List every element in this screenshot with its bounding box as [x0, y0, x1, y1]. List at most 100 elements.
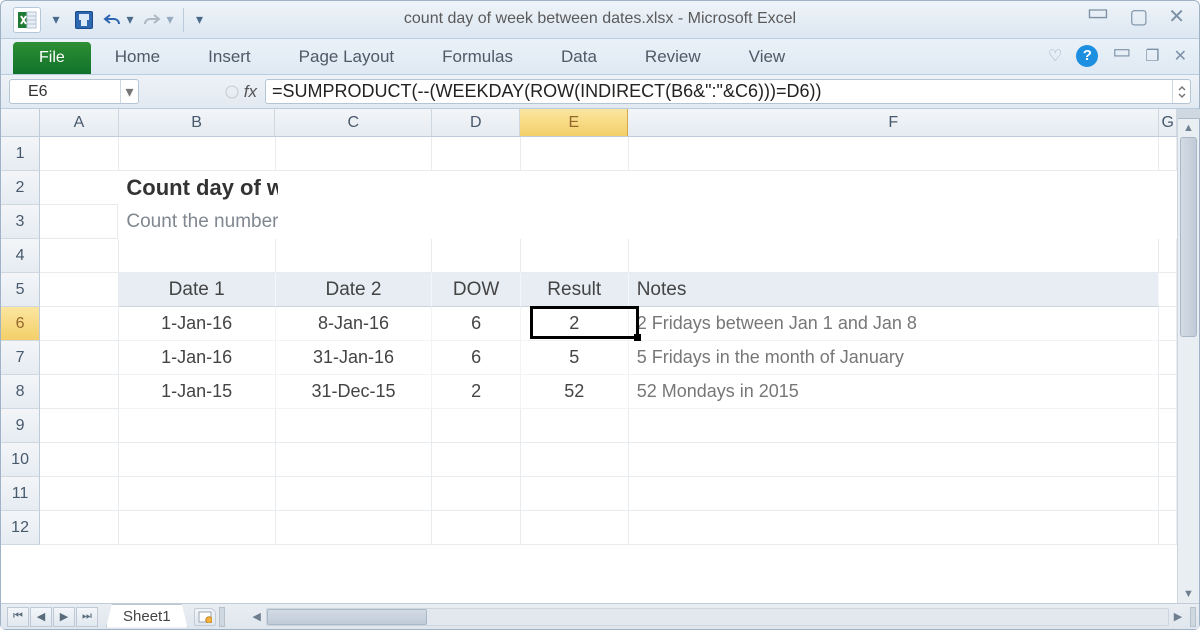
redo-dropdown[interactable]: ▾	[163, 8, 177, 32]
cell-G12[interactable]	[1159, 511, 1177, 545]
cell-C4[interactable]	[276, 239, 433, 273]
cell-F12[interactable]	[629, 511, 1159, 545]
cell-A10[interactable]	[40, 443, 119, 477]
cell-B4[interactable]	[119, 239, 276, 273]
table-header[interactable]: Notes	[629, 273, 1159, 307]
name-box-dropdown[interactable]: ▾	[120, 80, 138, 103]
maximize-button[interactable]: ▢	[1129, 7, 1148, 27]
hscroll-thumb[interactable]	[267, 609, 427, 625]
cell-C3[interactable]	[278, 205, 434, 239]
cell-C2[interactable]	[278, 171, 434, 205]
row-header-8[interactable]: 8	[1, 375, 40, 409]
minimize-button[interactable]: ▭	[1087, 3, 1110, 23]
cell-E4[interactable]	[521, 239, 629, 273]
cell-D1[interactable]	[432, 137, 520, 171]
cell-G6[interactable]	[1159, 307, 1177, 341]
cell-G8[interactable]	[1159, 375, 1177, 409]
row-header-1[interactable]: 1	[1, 137, 40, 171]
scroll-up-button[interactable]: ▲	[1178, 119, 1199, 137]
table-cell[interactable]: 2	[432, 375, 520, 409]
tab-pagelayout[interactable]: Page Layout	[275, 39, 418, 74]
cell-E1[interactable]	[521, 137, 629, 171]
row-header-10[interactable]: 10	[1, 443, 40, 477]
cell-G9[interactable]	[1159, 409, 1177, 443]
table-cell[interactable]: 6	[432, 307, 520, 341]
cell-G3[interactable]	[1159, 205, 1177, 239]
file-tab[interactable]: File	[13, 42, 91, 74]
save-button[interactable]	[71, 8, 97, 32]
table-header[interactable]: Result	[521, 273, 629, 307]
excel-logo-button[interactable]	[13, 7, 41, 33]
workbook-restore-button[interactable]: ❐	[1145, 46, 1159, 66]
qat-dropdown[interactable]: ▾	[43, 8, 69, 32]
cell-E2[interactable]	[523, 171, 631, 205]
table-cell[interactable]: 1-Jan-15	[119, 375, 276, 409]
col-header-F[interactable]: F	[628, 109, 1159, 136]
tab-formulas[interactable]: Formulas	[418, 39, 537, 74]
horizontal-scrollbar[interactable]: ◀ ▶	[248, 608, 1187, 626]
formula-expand[interactable]	[1172, 80, 1190, 103]
cell-A5[interactable]	[40, 273, 119, 307]
cell-A6[interactable]	[40, 307, 119, 341]
cell-B10[interactable]	[119, 443, 276, 477]
cell-F11[interactable]	[629, 477, 1159, 511]
cell-C9[interactable]	[276, 409, 433, 443]
hsplit-handle-bottom[interactable]	[1190, 607, 1196, 627]
col-header-G[interactable]: G	[1159, 109, 1177, 136]
table-note[interactable]: 52 Mondays in 2015	[629, 375, 1159, 409]
cell-E10[interactable]	[521, 443, 629, 477]
tab-scroll-divider[interactable]	[219, 607, 225, 627]
tab-home[interactable]: Home	[91, 39, 184, 74]
table-note[interactable]: 5 Fridays in the month of January	[629, 341, 1159, 375]
cancel-icon[interactable]	[224, 84, 240, 100]
qat-customize[interactable]: ▾	[183, 8, 209, 32]
tab-view[interactable]: View	[725, 39, 810, 74]
cell-G1[interactable]	[1159, 137, 1177, 171]
cell-B12[interactable]	[119, 511, 276, 545]
hsplit-handle[interactable]	[1178, 109, 1200, 119]
row-header-11[interactable]: 11	[1, 477, 40, 511]
table-cell[interactable]: 5	[521, 341, 629, 375]
sheet-nav-prev[interactable]: ◀	[30, 607, 52, 627]
cell-E11[interactable]	[521, 477, 629, 511]
cell-B2[interactable]: Count day of week between dates	[118, 171, 278, 205]
tab-data[interactable]: Data	[537, 39, 621, 74]
cell-D12[interactable]	[432, 511, 520, 545]
col-header-E[interactable]: E	[520, 109, 628, 136]
help-button[interactable]: ?	[1076, 45, 1098, 67]
cell-D11[interactable]	[432, 477, 520, 511]
cell-B1[interactable]	[119, 137, 276, 171]
cell-G10[interactable]	[1159, 443, 1177, 477]
cell-F10[interactable]	[629, 443, 1159, 477]
cell-B3[interactable]: Count the number of Fridays, Mondays, et…	[118, 205, 278, 239]
table-cell[interactable]: 1-Jan-16	[119, 341, 276, 375]
cell-C10[interactable]	[276, 443, 433, 477]
cell-A8[interactable]	[40, 375, 119, 409]
cell-E12[interactable]	[521, 511, 629, 545]
table-header[interactable]: DOW	[432, 273, 520, 307]
cell-C12[interactable]	[276, 511, 433, 545]
scroll-left-button[interactable]: ◀	[248, 610, 266, 623]
table-header[interactable]: Date 2	[276, 273, 433, 307]
sheet-tab-active[interactable]: Sheet1	[106, 604, 188, 628]
row-header-5[interactable]: 5	[1, 273, 40, 307]
cell-A2[interactable]	[40, 171, 118, 205]
table-note[interactable]: 2 Fridays between Jan 1 and Jan 8	[629, 307, 1159, 341]
cell-A12[interactable]	[40, 511, 119, 545]
row-header-3[interactable]: 3	[1, 205, 40, 239]
cell-A1[interactable]	[40, 137, 119, 171]
tab-insert[interactable]: Insert	[184, 39, 275, 74]
cell-G4[interactable]	[1159, 239, 1177, 273]
cell-A3[interactable]	[40, 205, 118, 239]
cell-F4[interactable]	[629, 239, 1159, 273]
cell-E3[interactable]	[523, 205, 631, 239]
row-header-12[interactable]: 12	[1, 511, 40, 545]
cell-G2[interactable]	[1159, 171, 1177, 205]
redo-button[interactable]	[139, 8, 165, 32]
cell-G5[interactable]	[1159, 273, 1177, 307]
table-cell[interactable]: 31-Jan-16	[276, 341, 433, 375]
vertical-scrollbar[interactable]: ▲ ▼	[1177, 109, 1199, 603]
workbook-close-button[interactable]: ✕	[1174, 46, 1187, 66]
cell-D9[interactable]	[432, 409, 520, 443]
col-header-A[interactable]: A	[40, 109, 118, 136]
